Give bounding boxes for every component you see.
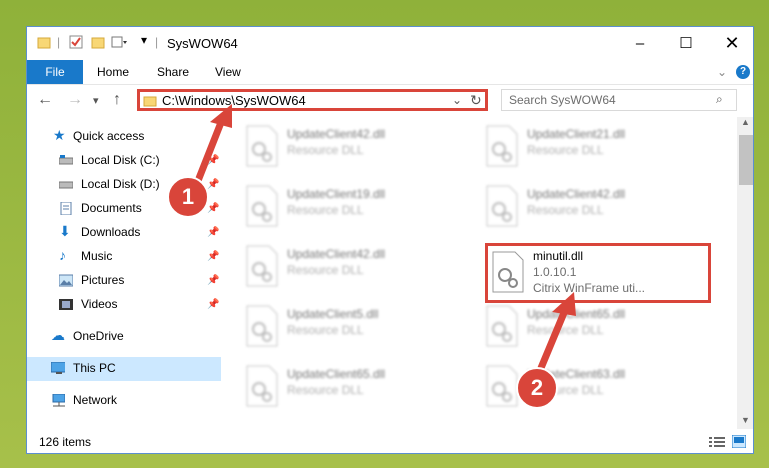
annotation-arrows (188, 104, 576, 384)
callout-step-1: 1 (167, 176, 209, 218)
callout-step-2: 2 (516, 367, 558, 409)
